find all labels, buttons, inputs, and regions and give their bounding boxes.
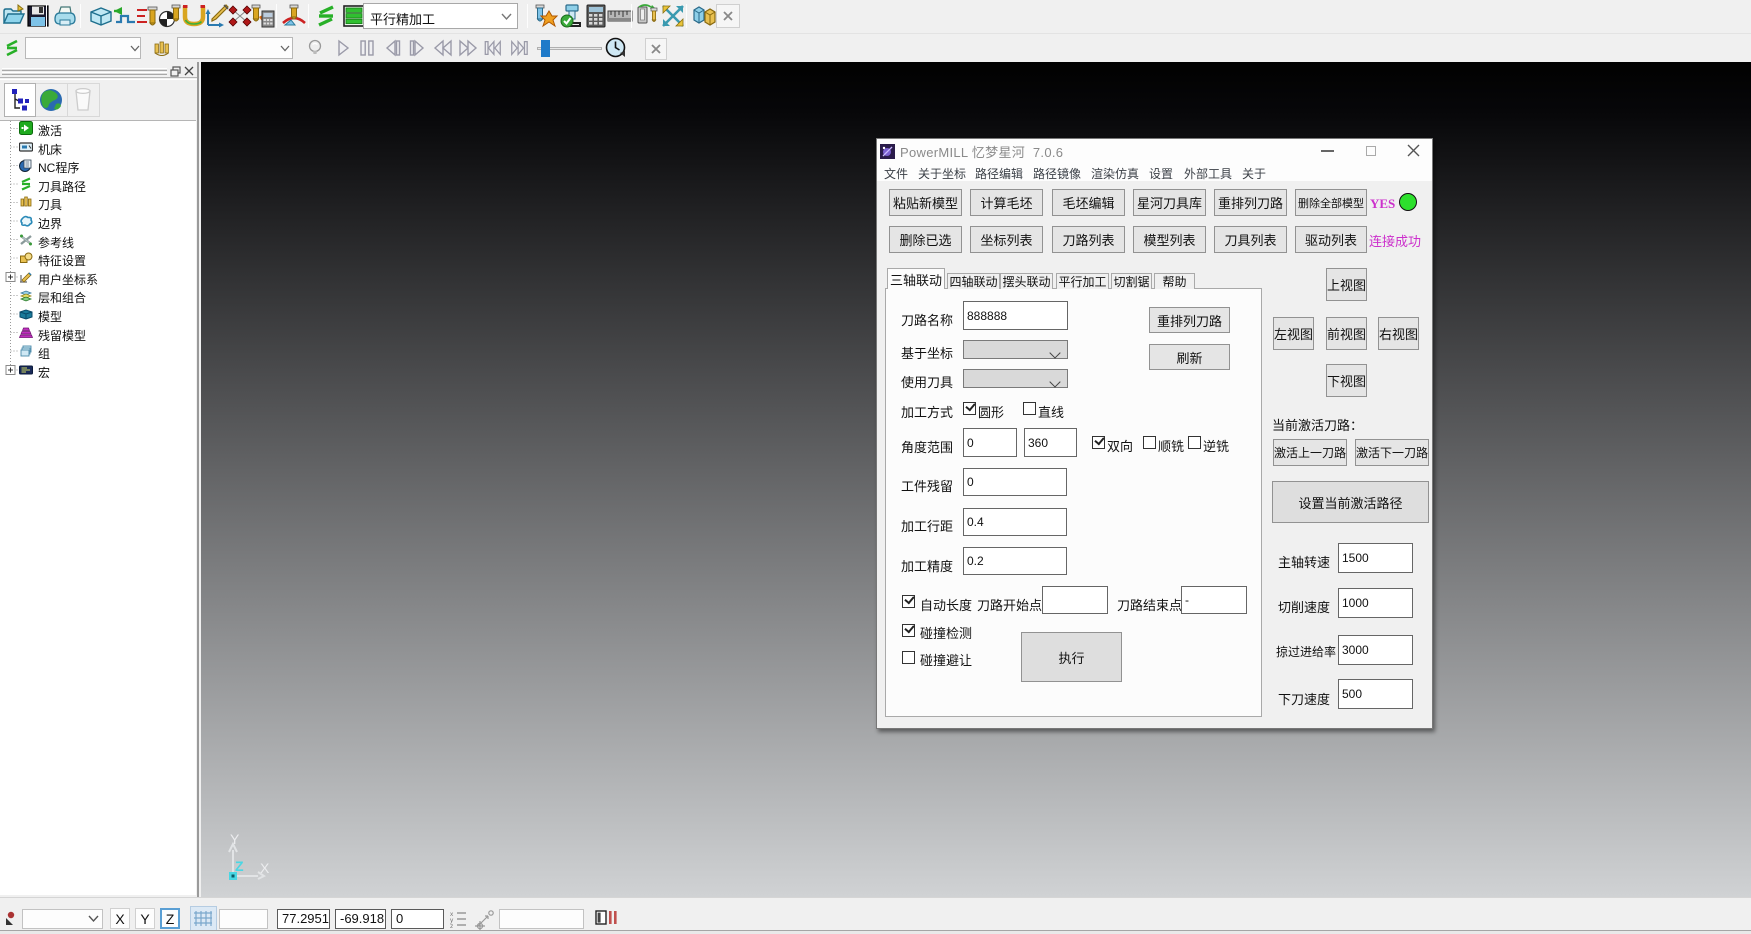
svg-text:z: z — [450, 923, 453, 929]
svg-text:Z: Z — [235, 858, 244, 874]
svg-text:X: X — [260, 860, 270, 876]
svg-text:Y: Y — [230, 831, 240, 847]
